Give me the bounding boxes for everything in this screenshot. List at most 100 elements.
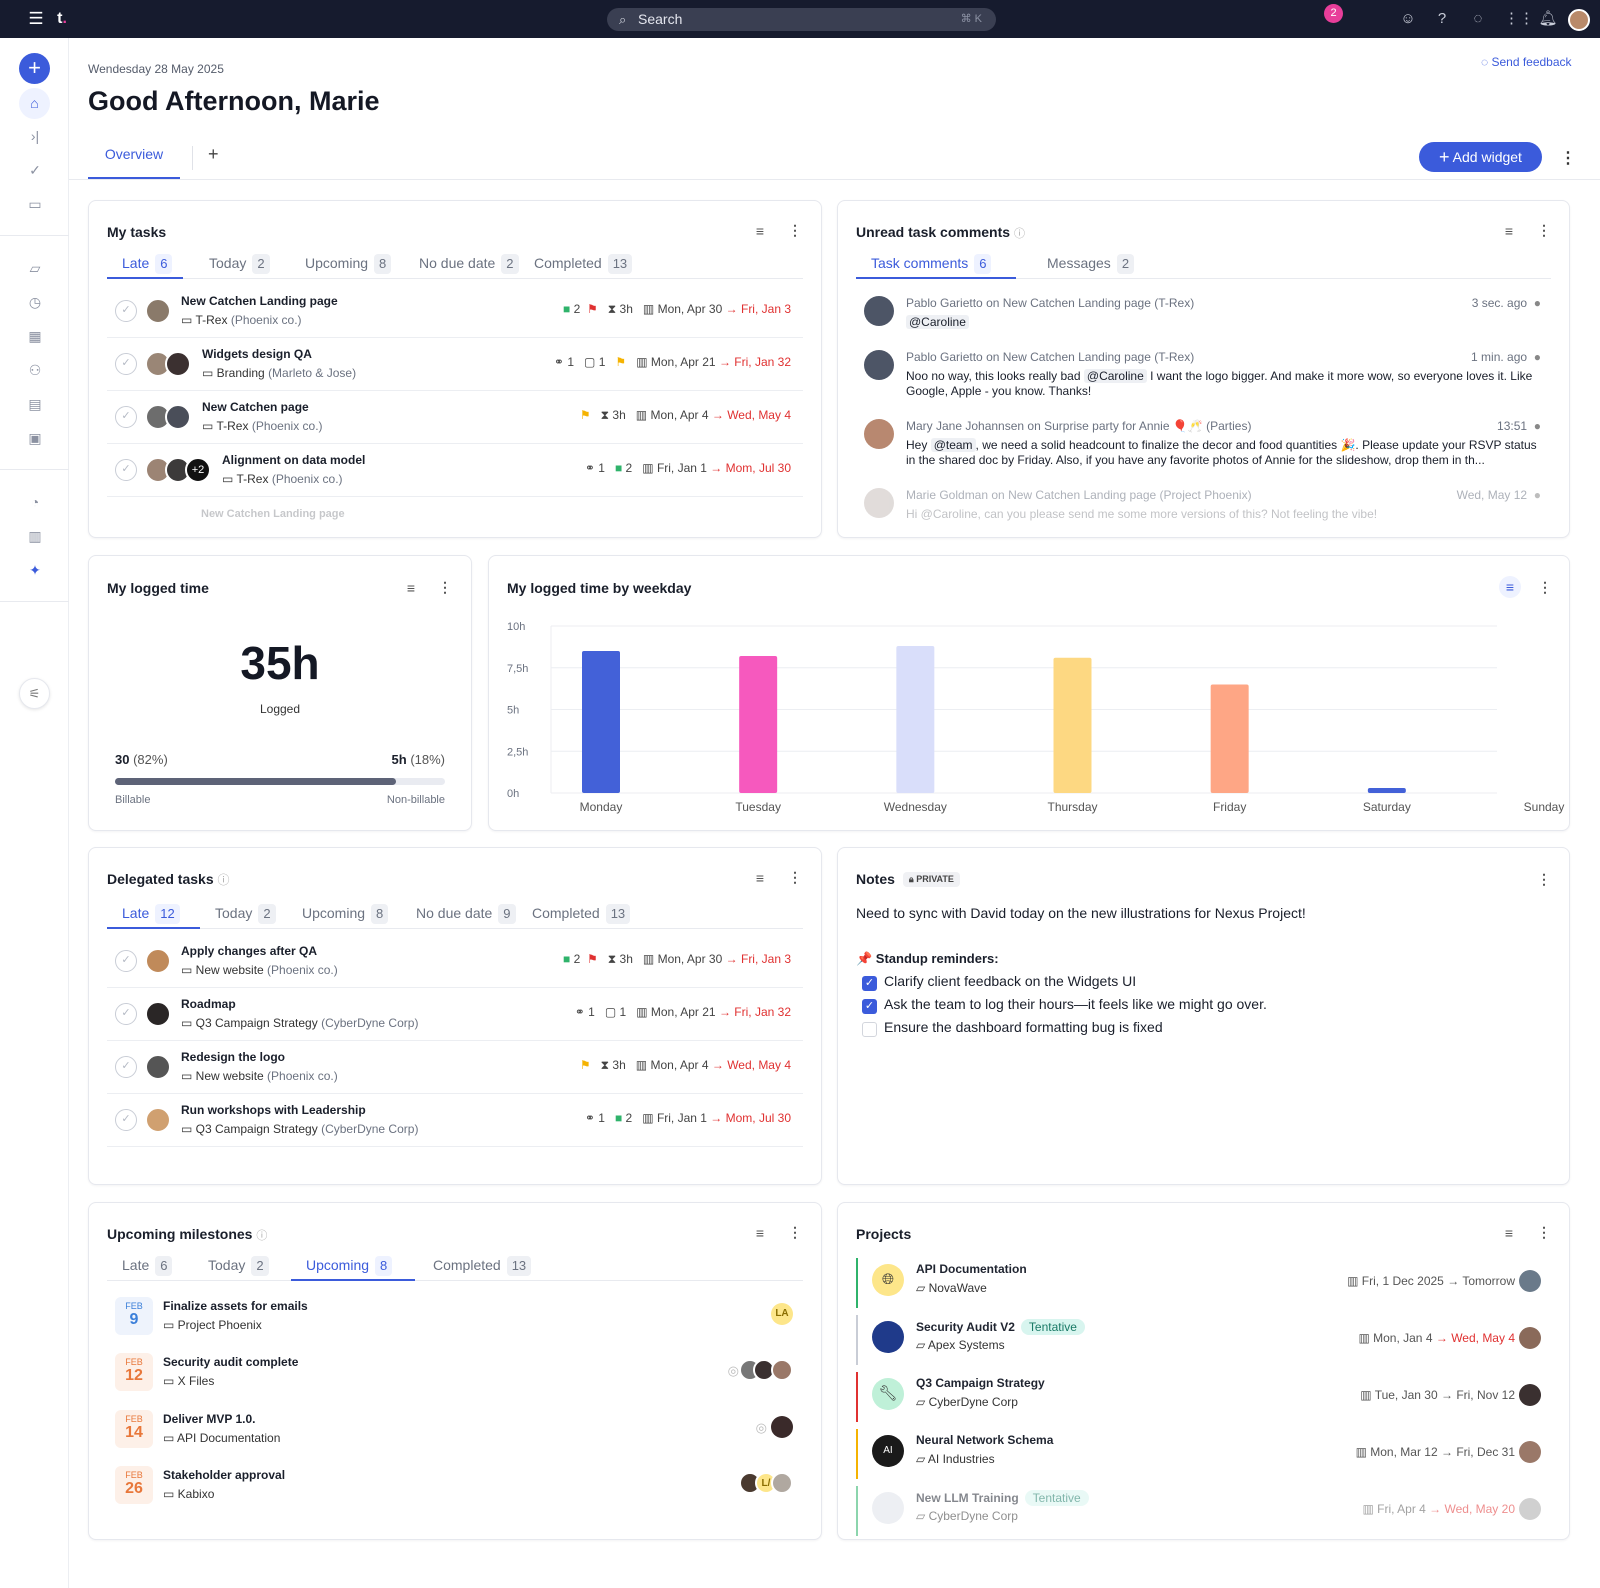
task-title[interactable]: Alignment on data model	[222, 453, 365, 467]
complete-checkbox[interactable]: ✓	[115, 1109, 137, 1131]
chat-icon[interactable]: ◌	[1468, 9, 1488, 29]
milestone-item[interactable]: FEB 9 Finalize assets for emails ▭ Projec…	[107, 1297, 803, 1337]
tab-no-due-date[interactable]: No due date 9	[401, 903, 516, 929]
gallery-icon[interactable]: ▣	[25, 428, 45, 448]
help-icon[interactable]: ?	[1432, 9, 1452, 29]
search-input[interactable]: ⌕ Search ⌘ K	[607, 8, 996, 31]
dashboard-grid-icon[interactable]: ▦	[25, 326, 45, 346]
tab-completed[interactable]: Completed 13	[517, 903, 631, 929]
tab-late[interactable]: Late 12	[107, 903, 200, 929]
tab-upcoming[interactable]: Upcoming 8	[290, 253, 392, 279]
project-title[interactable]: Neural Network Schema	[916, 1433, 1053, 1447]
filter-icon[interactable]: ≡	[751, 223, 769, 239]
task-row[interactable]: ✓ Run workshops with Leadership ▭ Q3 Cam…	[107, 1094, 803, 1147]
complete-checkbox[interactable]: ✓	[115, 1056, 137, 1078]
tab-today[interactable]: Today 2	[194, 253, 270, 279]
reports-icon[interactable]: ▤	[25, 394, 45, 414]
task-title[interactable]: Run workshops with Leadership	[181, 1103, 366, 1117]
complete-checkbox[interactable]: ✓	[115, 950, 137, 972]
project-title[interactable]: New LLM Training Tentative	[916, 1490, 1089, 1506]
tab-today[interactable]: Today 2	[193, 1255, 269, 1281]
kebab-menu-icon[interactable]: ⋮	[1537, 871, 1551, 888]
filter-icon[interactable]: ≡	[1500, 1225, 1518, 1241]
task-title[interactable]: Redesign the logo	[181, 1050, 285, 1064]
project-row[interactable]: AI Neural Network Schema ▱ AI Industries…	[856, 1429, 1551, 1479]
milestone-item[interactable]: FEB 26 Stakeholder approval ▭ Kabixo L/	[107, 1466, 803, 1506]
task-row[interactable]: ✓ Widgets design QA ▭ Branding (Marleto …	[107, 338, 803, 391]
project-row[interactable]: 🔧︎ Q3 Campaign Strategy ▱ CyberDyne Corp…	[856, 1372, 1551, 1422]
tab-overview[interactable]: Overview	[88, 146, 180, 179]
sparkles-icon[interactable]: ✦	[25, 560, 45, 580]
project-row[interactable]: 🌐︎ API Documentation ▱ NovaWave ▥ Fri, 1…	[856, 1258, 1551, 1308]
task-row[interactable]: ✓ Redesign the logo ▭ New website (Phoen…	[107, 1041, 803, 1094]
complete-checkbox[interactable]: ✓	[115, 459, 137, 481]
create-new-button[interactable]: +	[19, 53, 50, 84]
tab-messages[interactable]: Messages 2	[1032, 253, 1135, 279]
tasks-check-icon[interactable]: ✓	[25, 160, 45, 180]
milestone-item[interactable]: FEB 12 Security audit complete ▭ X Files …	[107, 1353, 803, 1393]
task-title[interactable]: New Catchen page	[202, 400, 309, 414]
filter-icon[interactable]: ≡	[751, 1225, 769, 1241]
kebab-menu-icon[interactable]: ⋮	[1537, 1224, 1551, 1241]
milestone-title[interactable]: Deliver MVP 1.0.	[163, 1412, 256, 1426]
filter-icon[interactable]: ≡	[1499, 576, 1521, 598]
milestone-title[interactable]: Finalize assets for emails	[163, 1299, 308, 1313]
note-checkbox[interactable]: ✓	[862, 999, 877, 1014]
menu-icon[interactable]: ☰	[26, 9, 46, 29]
folder-icon[interactable]: ▱	[25, 258, 45, 278]
tab-completed[interactable]: Completed 13	[418, 1255, 532, 1281]
notification-badge[interactable]: 2	[1324, 4, 1343, 23]
tab-task-comments[interactable]: Task comments 6	[856, 253, 1016, 279]
task-row[interactable]: ✓ New Catchen Landing page ▭ T-Rex (Phoe…	[107, 285, 803, 338]
task-title[interactable]: Roadmap	[181, 997, 236, 1011]
milestone-title[interactable]: Security audit complete	[163, 1355, 298, 1369]
home-icon[interactable]: ⌂	[19, 88, 50, 119]
tab-upcoming[interactable]: Upcoming 8	[287, 903, 389, 929]
note-text[interactable]: Need to sync with David today on the new…	[856, 905, 1306, 921]
more-assignees-badge[interactable]: +2	[185, 457, 211, 483]
filter-icon[interactable]: ≡	[402, 580, 420, 596]
tab-upcoming[interactable]: Upcoming 8	[291, 1255, 415, 1281]
kebab-menu-icon[interactable]: ⋮	[1538, 579, 1552, 596]
kebab-menu-icon[interactable]: ⋮	[788, 869, 802, 886]
send-feedback-link[interactable]: ◌ Send feedback	[1481, 55, 1572, 69]
bot-icon[interactable]: ☺	[1398, 9, 1418, 29]
inbox-icon[interactable]: ▭	[25, 194, 45, 214]
bell-icon[interactable]: 🔔︎	[1538, 9, 1558, 29]
app-logo[interactable]: t.	[52, 9, 72, 29]
kebab-menu-icon[interactable]: ⋮	[788, 1224, 802, 1241]
timer-icon[interactable]: ◷	[25, 292, 45, 312]
loading-icon[interactable]: ◔	[25, 492, 45, 512]
complete-checkbox[interactable]: ✓	[115, 406, 137, 428]
project-title[interactable]: API Documentation	[916, 1262, 1027, 1276]
note-checkbox[interactable]	[862, 1022, 877, 1037]
tab-today[interactable]: Today 2	[200, 903, 276, 929]
task-title[interactable]: Apply changes after QA	[181, 944, 317, 958]
complete-checkbox[interactable]: ✓	[115, 353, 137, 375]
expand-sidebar-icon[interactable]: ›|	[25, 126, 45, 146]
milestone-item[interactable]: FEB 14 Deliver MVP 1.0. ▭ API Documentati…	[107, 1410, 803, 1450]
task-title[interactable]: Widgets design QA	[202, 347, 312, 361]
tab-late[interactable]: Late 6	[107, 1255, 173, 1281]
apps-grid-icon[interactable]: ⋮⋮	[1504, 9, 1534, 29]
complete-checkbox[interactable]: ✓	[115, 1003, 137, 1025]
project-title[interactable]: Security Audit V2 Tentative	[916, 1319, 1085, 1335]
complete-checkbox[interactable]: ✓	[115, 300, 137, 322]
add-widget-button[interactable]: + Add widget	[1419, 142, 1542, 172]
tab-completed[interactable]: Completed 13	[519, 253, 633, 279]
task-row[interactable]: ✓ +2 Alignment on data model ▭ T-Rex (Ph…	[107, 444, 803, 497]
people-icon[interactable]: ⚇	[25, 360, 45, 380]
note-checkbox[interactable]: ✓	[862, 976, 877, 991]
add-tab-button[interactable]: +	[208, 144, 219, 165]
milestone-title[interactable]: Stakeholder approval	[163, 1468, 285, 1482]
task-row[interactable]: ✓ New Catchen page ▭ T-Rex (Phoenix co.)…	[107, 391, 803, 444]
tab-late[interactable]: Late 6	[107, 253, 183, 279]
user-avatar[interactable]	[1568, 9, 1590, 31]
task-row[interactable]: ✓ Apply changes after QA ▭ New website (…	[107, 935, 803, 988]
kebab-menu-icon[interactable]: ⋮	[1537, 222, 1551, 239]
more-options-icon[interactable]: ⋮	[1560, 148, 1576, 168]
filter-icon[interactable]: ≡	[751, 870, 769, 886]
project-row[interactable]: Security Audit V2 Tentative ▱ Apex System…	[856, 1315, 1551, 1365]
task-row[interactable]: ✓ Roadmap ▭ Q3 Campaign Strategy (CyberD…	[107, 988, 803, 1041]
project-title[interactable]: Q3 Campaign Strategy	[916, 1376, 1045, 1390]
